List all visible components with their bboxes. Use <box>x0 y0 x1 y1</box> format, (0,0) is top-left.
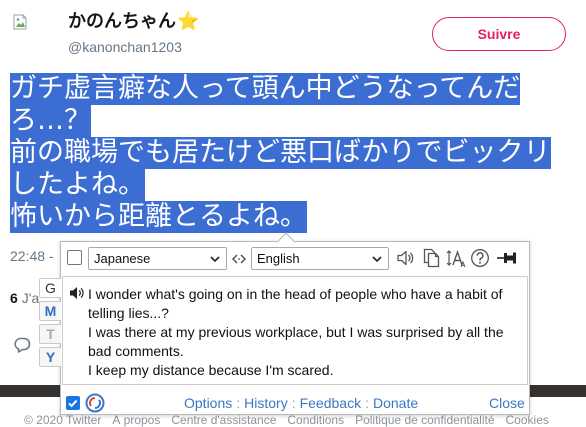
star-emoji: ⭐ <box>177 11 200 32</box>
chevron-down-icon <box>210 255 220 262</box>
link-separator: : <box>236 395 241 411</box>
footer-checkbox[interactable] <box>66 396 80 410</box>
link-separator: : <box>365 395 369 411</box>
footer-links: © 2020 Twitter À propos Centre d'assista… <box>24 414 549 427</box>
author-name-text: かのんちゃん <box>68 11 176 32</box>
selected-text: ろ…？ <box>10 105 91 137</box>
source-language-select[interactable]: Japanese <box>88 247 227 270</box>
tweet-timestamp[interactable]: 22:48 - <box>10 248 54 265</box>
translation-text: I wonder what's going on in the head of … <box>88 285 518 380</box>
footer-link-terms[interactable]: Conditions <box>287 414 344 427</box>
tab-translator[interactable]: T <box>39 324 61 344</box>
target-language-select[interactable]: English <box>251 247 389 270</box>
tab-google[interactable]: G <box>39 278 61 298</box>
swap-icon[interactable] <box>231 252 247 266</box>
translator-links: Options: History: Feedback: Donate <box>184 395 418 412</box>
likes-count: 6 <box>10 290 18 306</box>
imtranslator-logo-icon[interactable] <box>85 393 105 413</box>
speaker-icon[interactable] <box>69 286 85 300</box>
footer-copyright: © 2020 Twitter <box>24 413 102 427</box>
donate-link[interactable]: Donate <box>373 395 418 411</box>
tweet-text-line: ガチ虚言癖な人って頭ん中どうなってんだ <box>10 73 576 105</box>
tweet-text-line: したよね。 <box>10 169 576 201</box>
feedback-link[interactable]: Feedback <box>300 395 361 411</box>
tab-yandex[interactable]: Y <box>39 347 61 367</box>
translation-paragraph: I wonder what's going on in the head of … <box>88 286 503 321</box>
tweet-text: ガチ虚言癖な人って頭ん中どうなってんだ ろ…？ 前の職場でも居たけど悪口ばかりで… <box>10 73 576 233</box>
footer-link-help-center[interactable]: Centre d'assistance <box>171 414 276 427</box>
likes-label: J'a <box>21 290 40 306</box>
translation-result: I wonder what's going on in the head of … <box>62 276 528 385</box>
close-link[interactable]: Close <box>489 395 525 412</box>
author-handle[interactable]: @kanonchan1203 <box>68 38 182 56</box>
selected-text: 前の職場でも居たけど悪口ばかりでビックリ <box>10 137 551 169</box>
translation-paragraph: I was there at my previous workplace, bu… <box>88 324 504 359</box>
author-name[interactable]: かのんちゃん⭐ <box>68 10 199 34</box>
copy-icon[interactable] <box>421 248 441 268</box>
source-language-value: Japanese <box>94 251 151 266</box>
selected-text: ガチ虚言癖な人って頭ん中どうなってんだ <box>10 73 521 105</box>
help-icon[interactable] <box>470 248 490 268</box>
target-language-value: English <box>257 251 300 266</box>
font-size-icon[interactable] <box>446 248 467 268</box>
chevron-down-icon <box>372 255 382 262</box>
options-link[interactable]: Options <box>184 395 232 411</box>
tab-microsoft[interactable]: M <box>39 301 61 321</box>
tweet-text-line: ろ…？ <box>10 105 576 137</box>
reply-icon[interactable] <box>13 337 31 353</box>
avatar[interactable] <box>10 12 46 48</box>
broken-image-icon <box>12 14 28 35</box>
tweet-text-line: 怖いから距離とるよね。 <box>10 201 576 233</box>
history-link[interactable]: History <box>244 395 288 411</box>
footer-link-about[interactable]: À propos <box>112 414 160 427</box>
translator-popup: Japanese English G M T Y I wonder what's… <box>39 232 530 415</box>
footer-link-cookies[interactable]: Cookies <box>506 414 549 427</box>
selected-text: 怖いから距離とるよね。 <box>10 201 307 233</box>
follow-button[interactable]: Suivre <box>432 17 566 51</box>
translation-paragraph: I keep my distance because I'm scared. <box>88 362 334 378</box>
toolbar-checkbox[interactable] <box>67 250 82 265</box>
selected-text: したよね。 <box>10 169 145 201</box>
likes-row[interactable]: 6 J'a <box>10 290 39 307</box>
tweet-text-line: 前の職場でも居たけど悪口ばかりでビックリ <box>10 137 576 169</box>
link-separator: : <box>291 395 296 411</box>
footer-link-privacy[interactable]: Politique de confidentialité <box>355 414 494 427</box>
pin-icon[interactable] <box>496 249 518 267</box>
translator-provider-tabs: G M T Y <box>38 276 62 374</box>
speaker-icon[interactable] <box>396 248 416 268</box>
